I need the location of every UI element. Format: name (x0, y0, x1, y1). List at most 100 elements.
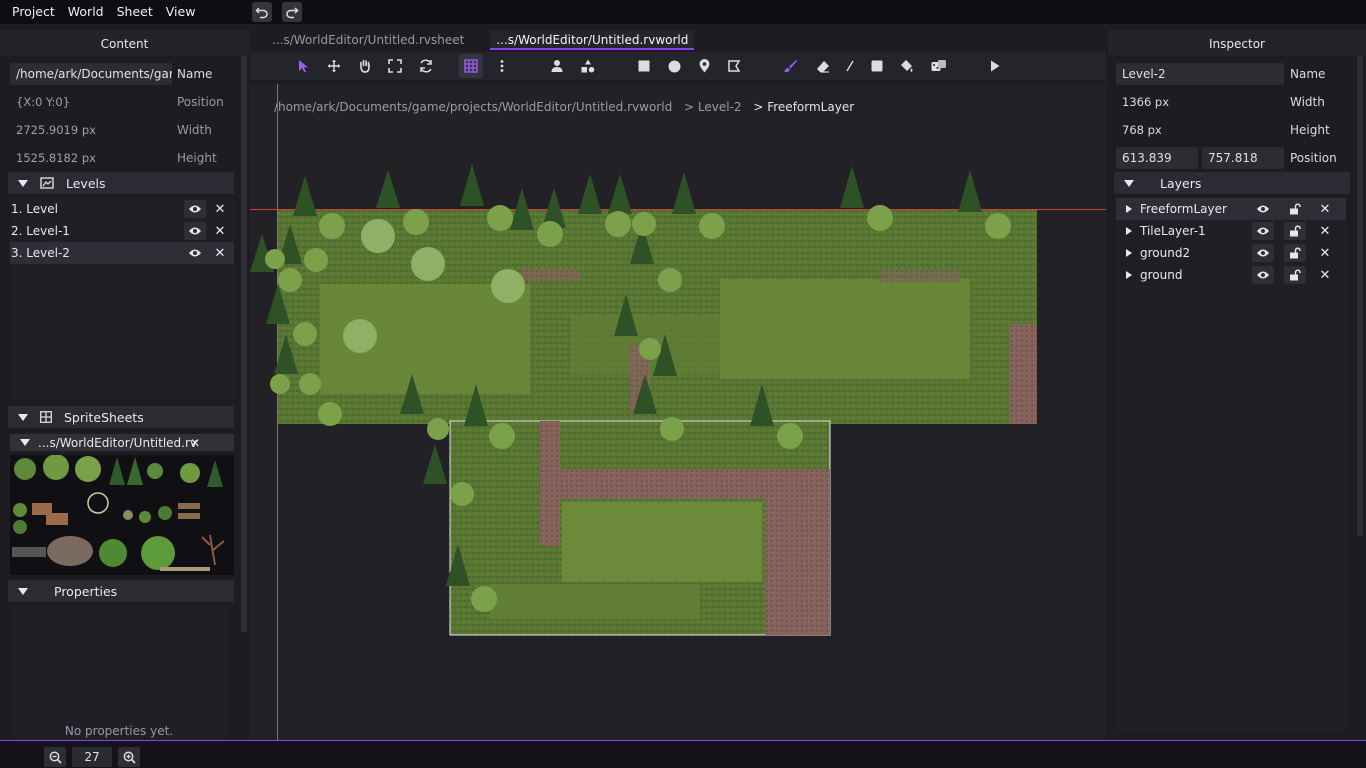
layer-row-selected[interactable]: FreeformLayer ✕ (1116, 198, 1346, 220)
collapse-icon (20, 439, 30, 446)
layer-name: ground2 (1140, 246, 1191, 260)
line-icon (846, 60, 854, 72)
spritesheet-preview[interactable] (10, 455, 234, 575)
line-tool-button[interactable] (838, 54, 862, 78)
left-scrollbar[interactable] (241, 56, 247, 632)
collapse-icon (1124, 179, 1134, 187)
random-tool-button[interactable] (927, 54, 951, 78)
layer-row[interactable]: ground2 ✕ (1116, 242, 1346, 264)
levels-header[interactable]: Levels (8, 172, 234, 194)
inspector-title: Inspector (1108, 30, 1366, 56)
move-tool-button[interactable] (322, 54, 346, 78)
close-icon[interactable]: ✕ (1310, 224, 1340, 239)
level-row-selected[interactable]: 3. Level-2 ✕ (10, 242, 234, 264)
properties-body: No properties yet. (10, 607, 228, 740)
pan-tool-button[interactable] (353, 54, 377, 78)
eye-icon[interactable] (1252, 200, 1274, 218)
play-button[interactable] (983, 54, 1007, 78)
spritesheet-entry[interactable]: ...s/WorldEditor/Untitled.rvsheet ✕ (10, 434, 234, 451)
polygon-tool-button[interactable] (722, 54, 746, 78)
shapes-tool-button[interactable] (576, 54, 600, 78)
world-viewport[interactable]: /home/ark/Documents/game/projects/WorldE… (250, 84, 1106, 740)
close-icon[interactable]: ✕ (206, 246, 234, 261)
right-scrollbar[interactable] (1357, 56, 1363, 536)
brush-icon (784, 60, 797, 73)
expand-icon (1126, 205, 1132, 213)
redo-button[interactable] (282, 2, 303, 22)
inspector-position-y-input[interactable]: 757.818 (1202, 147, 1284, 169)
content-path-input[interactable]: /home/ark/Documents/game (10, 63, 172, 85)
layer-name: ground (1140, 268, 1183, 282)
close-icon[interactable]: ✕ (206, 224, 234, 239)
eye-icon[interactable] (184, 222, 206, 240)
layer-row[interactable]: TileLayer-1 ✕ (1116, 220, 1346, 242)
zoom-input[interactable]: 27 (72, 747, 112, 767)
grid-toggle-button[interactable] (459, 54, 483, 78)
close-icon[interactable]: ✕ (1310, 246, 1340, 261)
lock-icon[interactable] (1284, 222, 1306, 240)
ellipse-tool-button[interactable] (662, 54, 686, 78)
circle-icon (668, 60, 680, 72)
rotate-tool-button[interactable] (414, 54, 438, 78)
eye-icon[interactable] (1252, 244, 1274, 262)
close-icon[interactable]: ✕ (1310, 268, 1340, 283)
menu-bar: Project World Sheet View (0, 0, 1366, 24)
inspector-height-value: 768 px (1122, 123, 1162, 137)
content-width-value: 2725.9019 px (16, 123, 96, 137)
content-panel-title: Content (0, 30, 249, 56)
lock-icon[interactable] (1284, 244, 1306, 262)
rectangle-tool-button[interactable] (632, 54, 656, 78)
fill-tool-button[interactable] (895, 54, 919, 78)
more-options-button[interactable] (490, 54, 514, 78)
inspector-position-x-input[interactable]: 613.839 (1116, 147, 1198, 169)
level-name: 3. Level-2 (11, 246, 70, 260)
rect-fill-tool-button[interactable] (865, 54, 889, 78)
scale-tool-button[interactable] (383, 54, 407, 78)
square-icon (638, 60, 650, 72)
close-icon[interactable]: ✕ (206, 202, 234, 217)
select-tool-button[interactable] (292, 54, 316, 78)
level-row[interactable]: 2. Level-1 ✕ (10, 220, 234, 242)
layers-list: FreeformLayer ✕ TileLayer-1 ✕ ground2 ✕ … (1116, 198, 1346, 732)
eye-icon[interactable] (184, 244, 206, 262)
eye-icon[interactable] (1252, 266, 1274, 284)
layers-header[interactable]: Layers (1114, 172, 1350, 194)
close-icon[interactable]: ✕ (1310, 202, 1340, 217)
collapse-icon (18, 587, 28, 595)
menu-view[interactable]: View (160, 0, 203, 24)
world-canvas-image (250, 84, 1106, 740)
eraser-tool-button[interactable] (811, 54, 835, 78)
dice-icon (931, 60, 946, 71)
zoom-in-button[interactable] (118, 747, 140, 767)
lock-icon[interactable] (1284, 200, 1306, 218)
menu-project[interactable]: Project (6, 0, 62, 24)
entity-tool-button[interactable] (545, 54, 569, 78)
undo-button[interactable] (252, 2, 273, 22)
tab-rvworld[interactable]: ...s/WorldEditor/Untitled.rvworld (490, 30, 695, 50)
grid-icon (464, 59, 478, 73)
layer-name: TileLayer-1 (1140, 224, 1206, 238)
status-bar: 27 (0, 740, 1366, 768)
point-tool-button[interactable] (692, 54, 716, 78)
zoom-out-button[interactable] (44, 747, 66, 767)
content-width-label: Width (177, 123, 212, 137)
menu-sheet[interactable]: Sheet (111, 0, 160, 24)
brush-tool-button[interactable] (778, 54, 802, 78)
menu-world[interactable]: World (62, 0, 111, 24)
eye-icon[interactable] (1252, 222, 1274, 240)
fullscreen-icon (388, 59, 402, 73)
eye-icon[interactable] (184, 200, 206, 218)
expand-icon (1126, 271, 1132, 279)
inspector-name-label: Name (1290, 67, 1326, 81)
level-row[interactable]: 1. Level ✕ (10, 198, 234, 220)
tab-rvsheet[interactable]: ...s/WorldEditor/Untitled.rvsheet (266, 30, 470, 50)
layer-row[interactable]: ground ✕ (1116, 264, 1346, 286)
close-icon[interactable]: ✕ (190, 436, 200, 450)
properties-header[interactable]: Properties (8, 580, 234, 602)
spritesheets-header[interactable]: SpriteSheets (8, 406, 234, 428)
play-icon (991, 60, 1000, 72)
move-icon (327, 59, 341, 73)
inspector-name-input[interactable]: Level-2 (1116, 63, 1284, 85)
zoom-in-icon (123, 751, 136, 764)
lock-icon[interactable] (1284, 266, 1306, 284)
